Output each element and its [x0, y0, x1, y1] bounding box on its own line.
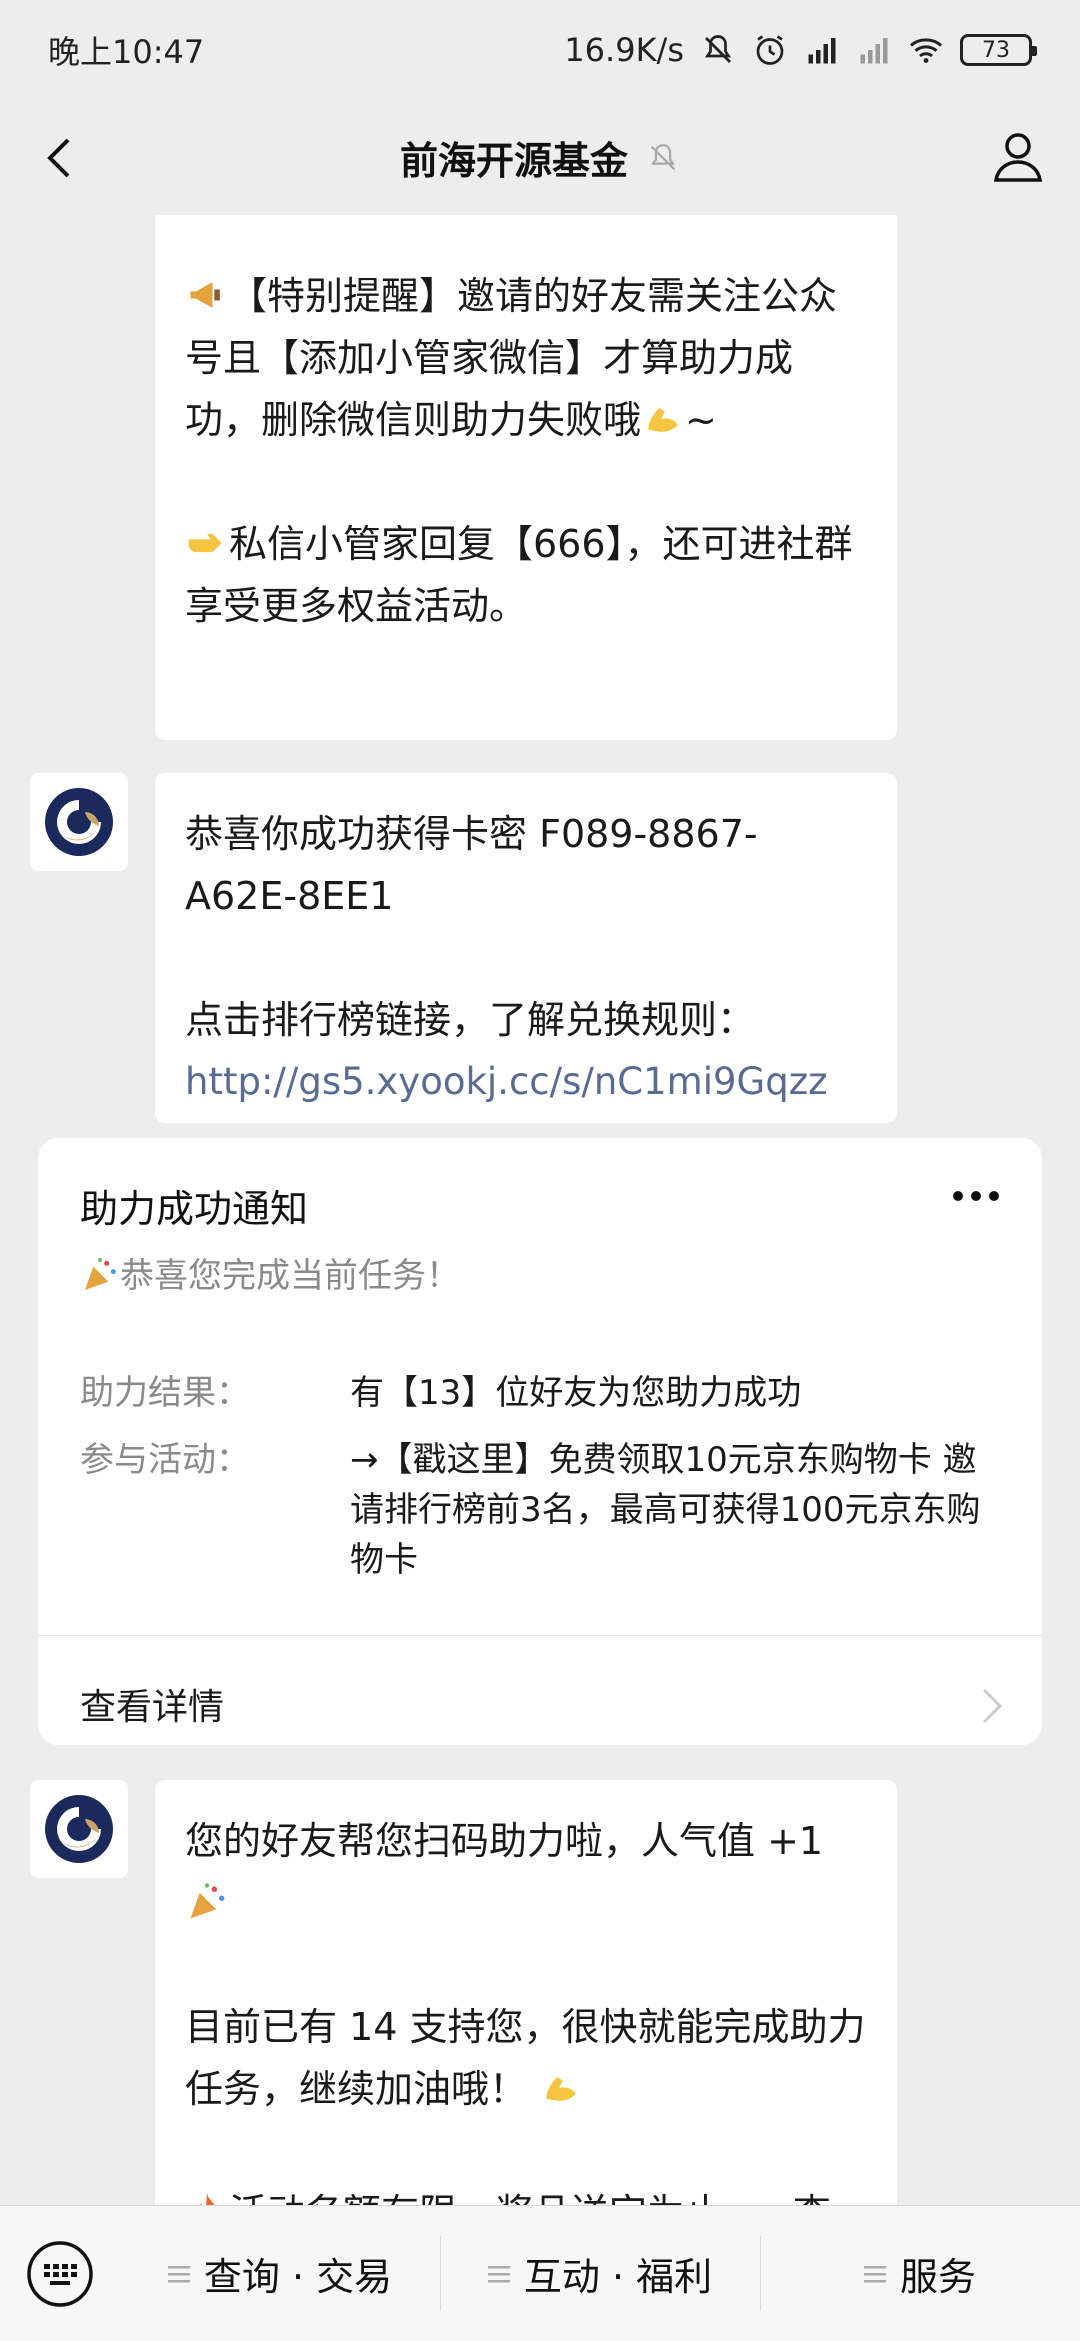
row-value: 有【13】位好友为您助力成功 [350, 1373, 802, 1413]
chat-title: 前海开源基金 [400, 130, 680, 185]
message-paragraph: 私信小管家回复【666】，还可进社群享受更多权益活动。 [185, 522, 853, 628]
message-paragraph: 您的好友帮您扫码助力啦，人气值 +1 [185, 1810, 867, 1934]
chat-area[interactable]: 【特别提醒】邀请的好友需关注公众号且【添加小管家微信】才算助力成功，删除微信则助… [0, 215, 1080, 2205]
status-bar: 晚上10:47 16.9K/s 73 [0, 0, 1080, 100]
fire-icon [200, 2193, 215, 2205]
message-paragraph: 【特别提醒】邀请的好友需关注公众号且【添加小管家微信】才算助力成功，删除微信则助… [185, 274, 838, 442]
avatar[interactable] [30, 773, 128, 871]
menu-lines-icon [863, 2265, 886, 2282]
card-subtitle: 恭喜您完成当前任务！ [80, 1248, 460, 1297]
bottom-menu: 查询 · 交易 互动 · 福利 服务 [0, 2205, 1080, 2341]
mute-bell-icon [704, 35, 732, 63]
signal-icon [860, 38, 888, 64]
row-label: 助力结果： [80, 1373, 250, 1413]
card-row-activity: 参与活动： →【戳这里】免费领取10元京东购物卡 邀请排行榜前3名，最高可获得1… [80, 1435, 1010, 1595]
party-popper-icon [190, 1883, 225, 1919]
template-notification-card[interactable]: 助力成功通知 恭喜您完成当前任务！ 助力结果： 有【13】位好友为您助力成功 参… [38, 1138, 1042, 1745]
alarm-icon [756, 35, 784, 65]
card-divider [38, 1635, 1042, 1636]
keyboard-toggle-button[interactable] [0, 2206, 120, 2341]
net-speed: 16.9K/s [564, 31, 684, 69]
row-value: →【戳这里】免费领取10元京东购物卡 邀请排行榜前3名，最高可获得100元京东购… [350, 1440, 981, 1580]
card-row-result: 助力结果： 有【13】位好友为您助力成功 [80, 1368, 1010, 1428]
message-paragraph: 点击排行榜链接，了解兑换规则： [185, 998, 756, 1042]
nav-bar: 前海开源基金 [0, 100, 1080, 215]
menu-query-trade[interactable]: 查询 · 交易 [120, 2206, 440, 2341]
card-title: 助力成功通知 [80, 1187, 309, 1231]
avatar[interactable] [30, 1780, 128, 1878]
status-icons: 16.9K/s 73 [564, 31, 1037, 69]
fund-logo-icon [45, 1795, 113, 1863]
pointing-hand-icon [188, 533, 222, 553]
chevron-right-icon [982, 1688, 1003, 1724]
muted-bell-icon [650, 143, 676, 170]
view-details-link[interactable]: 查看详情 [80, 1678, 224, 1730]
card-code-text: 恭喜你成功获得卡密 F089-8867-A62E-8EE1 [185, 812, 758, 918]
keyboard-icon [27, 2240, 93, 2307]
party-popper-icon [85, 1258, 116, 1290]
message-paragraph: 活动名额有限，奖品送完为止，→查 [185, 2182, 867, 2205]
message-bubble[interactable]: 【特别提醒】邀请的好友需关注公众号且【添加小管家微信】才算助力成功，删除微信则助… [155, 215, 897, 740]
status-time: 晚上10:47 [48, 33, 205, 71]
signal-hd-icon [808, 38, 836, 64]
message-paragraph: 目前已有 14 支持您，很快就能完成助力任务，继续加油哦！ [185, 2005, 866, 2111]
message-bubble[interactable]: 恭喜你成功获得卡密 F089-8867-A62E-8EE1 点击排行榜链接，了解… [155, 773, 897, 1123]
back-arrow-icon[interactable] [30, 128, 90, 188]
menu-lines-icon [167, 2265, 190, 2282]
wifi-icon [909, 38, 943, 63]
menu-lines-icon [487, 2265, 510, 2282]
menu-interact-welfare[interactable]: 互动 · 福利 [440, 2206, 760, 2341]
megaphone-icon [190, 282, 220, 308]
account-name: 前海开源基金 [399, 139, 628, 183]
message-bubble[interactable]: 您的好友帮您扫码助力啦，人气值 +1 目前已有 14 支持您，很快就能完成助力任… [155, 1780, 897, 2205]
menu-service[interactable]: 服务 [760, 2206, 1080, 2341]
muscle-icon [546, 2077, 576, 2101]
muscle-icon [648, 408, 678, 432]
row-label: 参与活动： [80, 1440, 250, 1480]
more-options-icon[interactable] [950, 1186, 1002, 1206]
profile-icon[interactable] [986, 124, 1050, 188]
battery-indicator: 73 [960, 34, 1037, 66]
fund-logo-icon [45, 788, 113, 856]
ranking-link[interactable]: http://gs5.xyookj.cc/s/nC1mi9Gqzz [185, 1051, 867, 1113]
